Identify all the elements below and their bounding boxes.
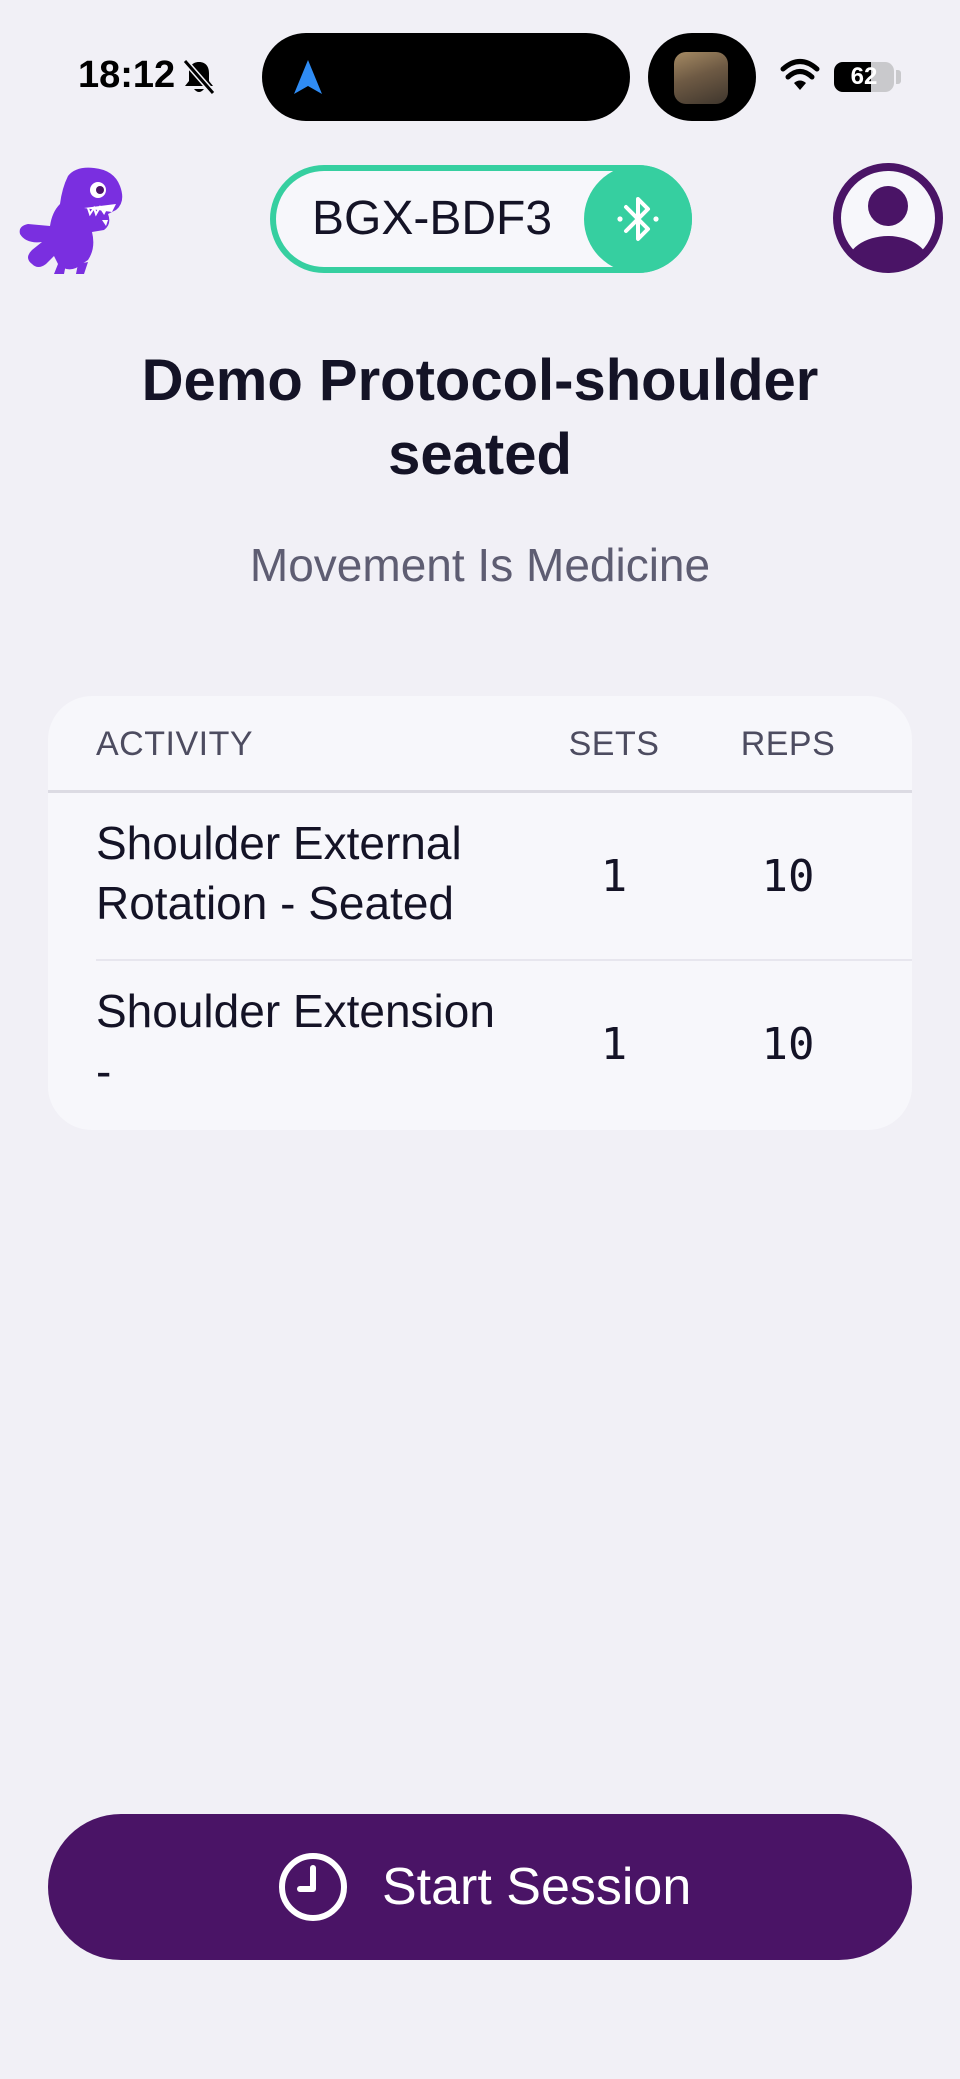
- column-header-reps: REPS: [740, 725, 836, 763]
- status-bar: 18:12 62: [0, 0, 960, 150]
- battery-level: 62: [850, 63, 878, 90]
- activity-name: Shoulder Extension -: [96, 985, 495, 1097]
- device-name: BGX-BDF3: [312, 192, 553, 245]
- bell-slash-icon: [182, 59, 216, 95]
- activity-name: Shoulder External Rotation - Seated: [96, 817, 462, 929]
- bluetooth-icon: [617, 197, 659, 241]
- activity-reps: 10: [761, 1019, 815, 1070]
- navigation-arrow-icon: [294, 60, 322, 94]
- activity-sets: 1: [600, 851, 628, 902]
- activity-reps: 10: [761, 851, 815, 902]
- activity-sets: 1: [600, 1019, 628, 1070]
- protocol-title: Demo Protocol-shoulder seated: [141, 348, 819, 487]
- battery-icon: 62: [834, 62, 894, 92]
- start-session-label: Start Session: [382, 1858, 692, 1916]
- column-header-activity: ACTIVITY: [96, 725, 254, 763]
- device-connection-pill[interactable]: BGX-BDF3: [270, 165, 692, 273]
- start-session-button[interactable]: Start Session: [48, 1814, 912, 1960]
- battery-tip: [896, 70, 901, 84]
- column-header-sets: SETS: [568, 725, 660, 763]
- table-row[interactable]: Shoulder External Rotation - Seated 1 10: [48, 793, 912, 961]
- status-time: 18:12: [78, 54, 176, 96]
- table-row[interactable]: Shoulder Extension - 1 10: [48, 961, 912, 1129]
- activity-table: ACTIVITY SETS REPS Shoulder External Rot…: [48, 696, 912, 1130]
- protocol-subtitle: Movement Is Medicine: [249, 539, 711, 591]
- user-avatar-icon[interactable]: [832, 162, 944, 274]
- live-activity-thumbnail: [674, 52, 728, 104]
- dinosaur-logo-icon[interactable]: [16, 164, 128, 274]
- clock-icon: [279, 1853, 347, 1921]
- wifi-icon: [780, 59, 820, 90]
- bluetooth-status[interactable]: [584, 165, 692, 273]
